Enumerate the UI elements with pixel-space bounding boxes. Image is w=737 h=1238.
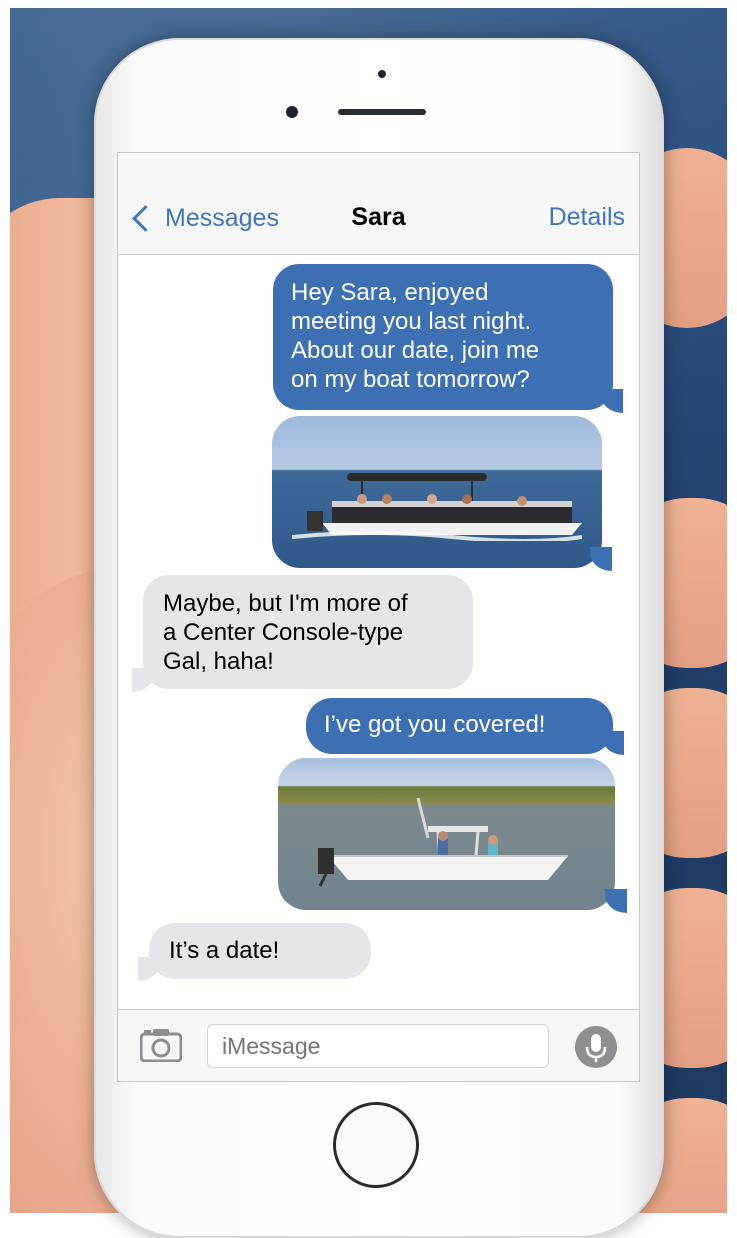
pontoon-boat-illustration [292,473,582,541]
imessage-input[interactable] [207,1024,549,1068]
outgoing-message[interactable]: I’ve got you covered! [306,698,613,754]
message-line: Maybe, but I'm more of [163,590,408,617]
bubble-tail [590,547,612,571]
center-console-boat-illustration [318,798,568,887]
incoming-message[interactable]: It’s a date! [149,923,371,979]
outgoing-message[interactable]: Hey Sara, enjoyed meeting you last night… [273,264,613,410]
incoming-message[interactable]: Maybe, but I'm more of a Center Console-… [143,575,473,689]
message-line: on my boat tomorrow? [291,366,530,393]
proximity-sensor [378,70,386,78]
home-button[interactable] [333,1102,419,1188]
image-message-pontoon-boat[interactable] [272,416,602,568]
message-line: Hey Sara, enjoyed [291,279,489,306]
image-message-center-console-boat[interactable] [278,758,615,910]
camera-icon[interactable] [140,1028,182,1062]
message-line: About our date, join me [291,337,540,364]
microphone-button[interactable] [575,1026,617,1068]
message-line: a Center Console-type [163,619,404,646]
bubble-tail [602,731,624,755]
bubble-tail [138,957,160,981]
message-line: Gal, haha! [163,648,274,675]
bubble-tail [601,389,623,413]
details-button[interactable]: Details [549,203,625,232]
message-input-bar [118,1009,639,1081]
messages-screen: Messages Sara Details Hey Sara, enjoyed … [117,152,640,1082]
front-camera [286,106,298,118]
bubble-tail [605,889,627,913]
message-line: It’s a date! [169,937,280,964]
message-line: I’ve got you covered! [324,711,546,738]
earpiece-speaker [338,109,426,115]
message-line: meeting you last night. [291,308,532,335]
microphone-icon [585,1034,607,1062]
navigation-bar: Messages Sara Details [118,153,639,255]
bubble-tail [132,668,154,692]
